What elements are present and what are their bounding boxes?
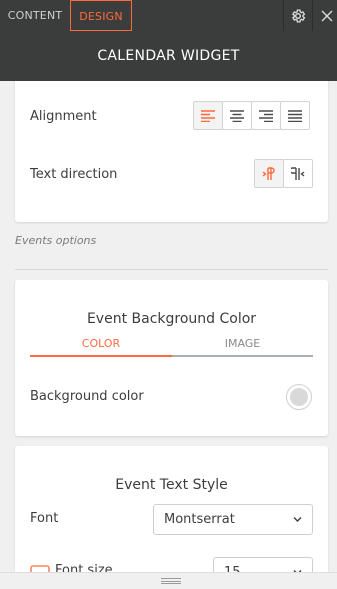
gear-icon [292, 8, 306, 23]
events-options-caption: Events options [15, 234, 97, 247]
color-swatch-fill [290, 388, 308, 406]
align-center-icon [230, 109, 244, 122]
text-settings-card: Alignment Text direction [15, 81, 328, 222]
event-background-title: Event Background Color [86, 311, 257, 327]
section-divider [15, 269, 328, 270]
tab-image[interactable]: IMAGE [172, 334, 313, 357]
font-size-icon [30, 564, 50, 572]
align-justify-button[interactable] [280, 101, 310, 130]
font-label: Font [30, 511, 59, 526]
align-center-button[interactable] [222, 101, 252, 130]
background-color-picker[interactable] [286, 384, 312, 410]
resize-bar [0, 572, 337, 589]
align-left-icon [201, 109, 215, 122]
event-text-style-title: Event Text Style [115, 477, 228, 493]
event-background-card: Event Background Color COLOR IMAGE Backg… [15, 280, 328, 436]
align-right-icon [259, 109, 273, 122]
alignment-label: Alignment [30, 109, 97, 124]
tab-design[interactable]: DESIGN [70, 0, 132, 31]
alignment-button-group [193, 101, 310, 130]
chevron-down-icon [293, 558, 302, 572]
font-select[interactable]: Montserrat [153, 504, 313, 535]
background-type-tabs: COLOR IMAGE [30, 334, 313, 357]
font-select-value: Montserrat [164, 512, 235, 527]
page-title: CALENDAR WIDGET [0, 31, 337, 81]
settings-scroll-area[interactable]: Alignment Text direction Events options … [0, 81, 337, 572]
background-color-label: Background color [30, 389, 144, 404]
ltr-direction-icon [262, 166, 275, 180]
top-tab-bar: CONTENT DESIGN [0, 0, 337, 31]
drag-handle-icon[interactable] [161, 578, 181, 584]
tab-color[interactable]: COLOR [30, 334, 172, 357]
close-button[interactable] [313, 0, 337, 31]
font-size-select[interactable]: 15 [213, 557, 313, 572]
align-left-button[interactable] [193, 101, 223, 130]
close-icon [321, 10, 333, 21]
event-text-style-card: Event Text Style Font Montserrat Font si… [15, 446, 328, 572]
text-direction-label: Text direction [30, 167, 118, 182]
chevron-down-icon [293, 505, 302, 545]
rtl-direction-icon [291, 166, 305, 180]
align-right-button[interactable] [251, 101, 281, 130]
tab-content[interactable]: CONTENT [0, 0, 70, 31]
align-justify-icon [288, 109, 302, 122]
rtl-direction-button[interactable] [283, 159, 313, 188]
ltr-direction-button[interactable] [254, 159, 284, 188]
font-size-label: Font size [55, 563, 113, 572]
font-size-value: 15 [224, 565, 241, 572]
settings-button[interactable] [284, 0, 312, 31]
text-direction-button-group [254, 159, 313, 188]
